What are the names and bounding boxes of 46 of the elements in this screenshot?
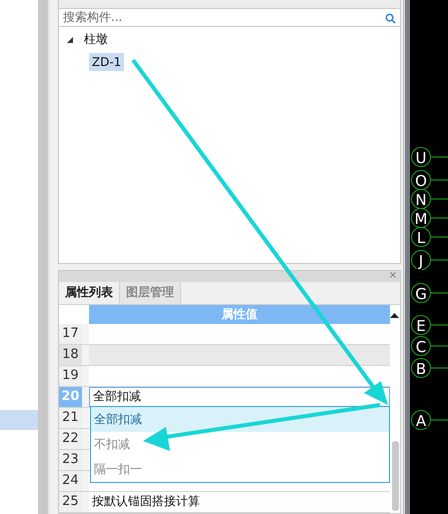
row-number: 19 xyxy=(58,366,89,386)
axis-label: J xyxy=(418,252,424,270)
close-button[interactable]: × xyxy=(388,271,400,282)
column-header: 属性值 xyxy=(88,304,390,324)
search-icon xyxy=(385,12,396,24)
axis-label: L xyxy=(416,229,426,247)
axis-bubble-drawing xyxy=(411,410,448,430)
axis-label: G xyxy=(415,285,427,303)
axis-bubble-drawing xyxy=(411,147,448,167)
axis-bubble-drawing xyxy=(411,336,448,356)
axis-label: C xyxy=(416,338,426,356)
tree-item[interactable]: ZD-1 xyxy=(88,52,124,70)
axis-label: O xyxy=(415,172,427,190)
axis-bubble-drawing xyxy=(411,283,448,303)
row-number: 23 xyxy=(58,450,89,470)
dropdown-option[interactable]: 全部扣减 xyxy=(90,406,389,432)
axis-bubble-drawing xyxy=(411,208,448,228)
dropdown-option[interactable]: 不扣减 xyxy=(90,432,389,457)
row-number: 24 xyxy=(58,470,89,491)
dropdown-option[interactable]: 隔一扣一 xyxy=(90,456,389,482)
search-field[interactable]: 搜索构件... xyxy=(58,8,402,26)
axis-bubble-drawing xyxy=(411,250,448,270)
axis-bubble-drawing xyxy=(411,315,448,335)
row-number: 25 xyxy=(58,492,89,512)
scrollbar-thumb[interactable] xyxy=(392,440,400,511)
scroll-up-icon[interactable] xyxy=(390,312,400,318)
tab[interactable]: 图层管理 xyxy=(120,282,181,304)
axis-label: M xyxy=(414,210,428,228)
row-number: 18 xyxy=(58,344,89,365)
row-number: 17 xyxy=(58,324,89,344)
axis-bubble-drawing xyxy=(411,189,448,209)
expander-icon[interactable] xyxy=(66,36,73,42)
axis-label: A xyxy=(416,412,426,430)
axis-label: N xyxy=(415,191,427,209)
axis-bubble-drawing xyxy=(411,170,448,190)
row-number: 20 xyxy=(58,386,89,407)
axis-label: E xyxy=(416,317,426,335)
axis-bubble-drawing xyxy=(411,358,448,378)
row-number: 22 xyxy=(58,428,89,449)
dropdown-field[interactable]: 全部扣减 xyxy=(88,386,390,407)
tree-item[interactable]: 柱墩 xyxy=(80,29,111,50)
splitter-handle[interactable] xyxy=(404,0,410,514)
axis-label: U xyxy=(416,149,427,167)
axis-bubble-drawing xyxy=(411,227,448,247)
axis-label: B xyxy=(416,360,426,378)
row-number: 21 xyxy=(58,408,89,428)
